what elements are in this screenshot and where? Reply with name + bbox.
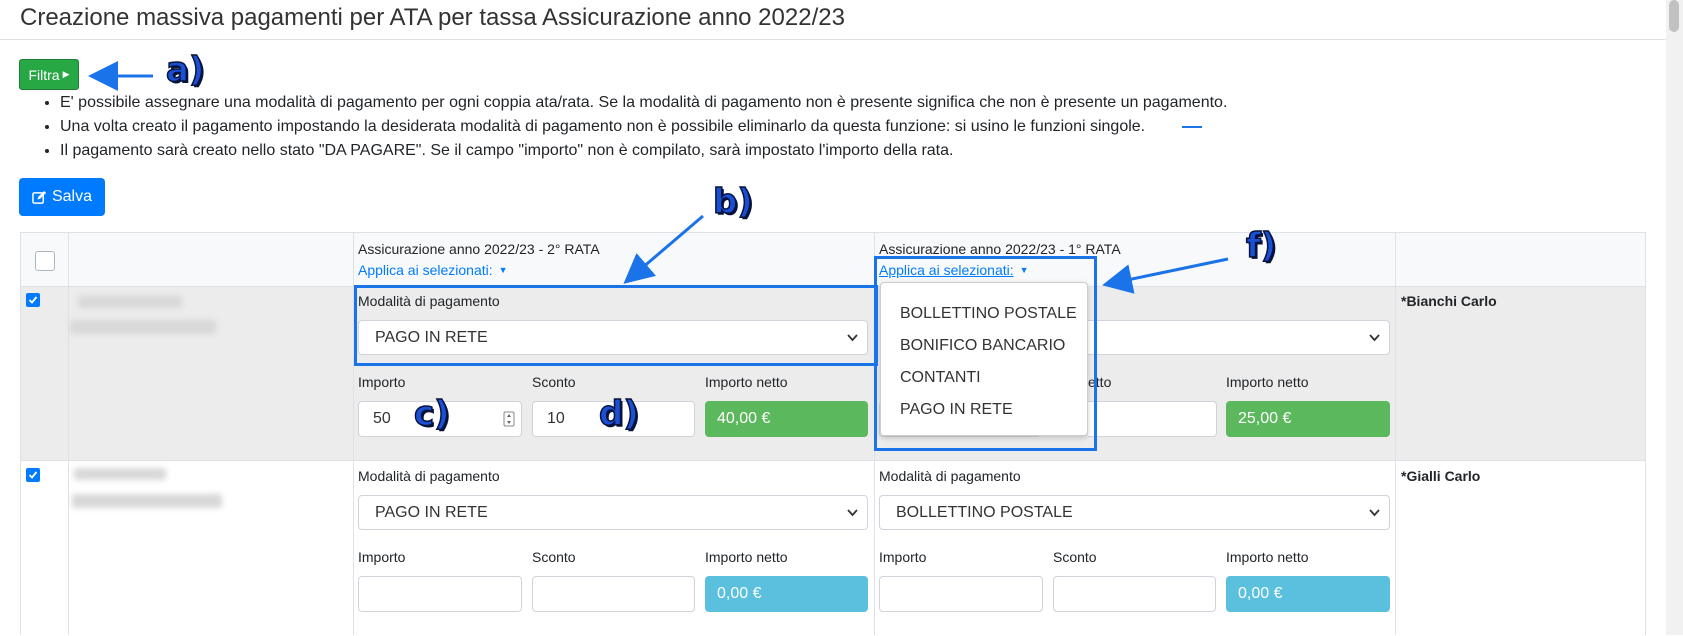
annotation-arrows: [88, 61, 1229, 294]
annotation-c: c): [413, 393, 450, 435]
annotation-a: a): [165, 49, 205, 91]
annotation-f: f): [1245, 225, 1277, 267]
annotation-d: d): [598, 393, 639, 435]
arrow-f: [1102, 257, 1229, 294]
arrow-b: [623, 214, 704, 284]
annotation-b: b): [712, 181, 753, 223]
